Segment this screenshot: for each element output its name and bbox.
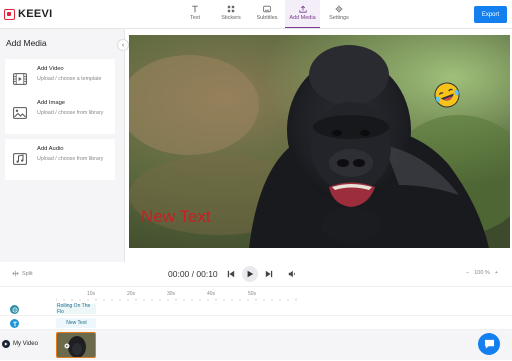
- tab-settings[interactable]: Settings: [326, 0, 352, 28]
- add-audio-desc: Upload / choose from library: [37, 156, 104, 162]
- tab-subtitles-label: Subtitles: [256, 15, 278, 21]
- text-overlay[interactable]: New Text: [141, 207, 211, 227]
- gear-icon: [335, 5, 343, 13]
- playback-controls: Split 00:00 / 00:10 − 100 % +: [0, 262, 512, 286]
- chat-icon: [484, 339, 494, 349]
- tab-stickers-label: Stickers: [221, 15, 241, 21]
- video-preview[interactable]: New Text: [129, 35, 510, 248]
- add-media-panel: Add Media Add Video Upload / choose a te…: [0, 29, 125, 262]
- text-track-icon: [10, 319, 19, 328]
- app-logo[interactable]: KEEVI: [4, 8, 53, 20]
- video-track-label: My Video: [2, 340, 38, 348]
- play-circle-icon: [2, 340, 10, 348]
- current-time: 00:00: [168, 269, 190, 279]
- skip-back-button[interactable]: [226, 269, 236, 279]
- logo-icon: [4, 8, 15, 20]
- volume-button[interactable]: [287, 269, 297, 279]
- sticker-track-icon: [10, 305, 19, 314]
- panel-title: Add Media: [6, 38, 47, 48]
- top-bar: KEEVI Text Stickers Subtitles Add Media …: [0, 0, 512, 29]
- timecode: 00:00 / 00:10: [168, 269, 218, 279]
- laughing-emoji-icon[interactable]: [432, 80, 462, 110]
- ruler-label: 10s: [87, 291, 96, 297]
- export-button[interactable]: Export: [474, 6, 507, 23]
- sticker-clip[interactable]: Rolling On The Flo: [56, 303, 96, 315]
- text-track[interactable]: New Text: [0, 317, 512, 330]
- collapse-panel-button[interactable]: ‹: [117, 39, 129, 51]
- tab-text-label: Text: [189, 15, 201, 21]
- add-video-title: Add Video: [37, 66, 64, 72]
- audio-icon: [13, 153, 27, 165]
- text-icon: [192, 5, 198, 13]
- add-image-card[interactable]: Add Image Upload / choose from library: [5, 93, 115, 134]
- video-clip[interactable]: [56, 332, 96, 358]
- skip-forward-button[interactable]: [264, 269, 274, 279]
- add-audio-card[interactable]: Add Audio Upload / choose from library: [5, 139, 115, 180]
- ruler-label: 20s: [127, 291, 136, 297]
- split-button[interactable]: Split: [12, 270, 33, 277]
- zoom-level: 100 %: [474, 270, 490, 276]
- zoom-control: − 100 % +: [466, 270, 498, 276]
- app-name: KEEVI: [18, 8, 53, 20]
- tab-subtitles[interactable]: Subtitles: [254, 0, 280, 28]
- tab-add-media-label: Add Media: [289, 15, 316, 21]
- text-clip[interactable]: New Text: [56, 318, 96, 328]
- skip-forward-icon: [265, 270, 273, 278]
- add-audio-title: Add Audio: [37, 146, 64, 152]
- image-icon: [13, 107, 27, 119]
- add-video-desc: Upload / choose a template: [37, 76, 102, 82]
- timeline[interactable]: 10s 20s 30s 40s 50s Rolling On The Flo N…: [0, 286, 512, 361]
- stickers-icon: [227, 5, 235, 13]
- skip-back-icon: [227, 270, 235, 278]
- ruler-label: 30s: [167, 291, 176, 297]
- total-time: 00:10: [196, 269, 218, 279]
- add-image-desc: Upload / choose from library: [37, 110, 104, 116]
- split-icon: [12, 270, 19, 277]
- timeline-ruler[interactable]: 10s 20s 30s 40s 50s: [56, 287, 512, 301]
- play-icon: [247, 270, 254, 278]
- zoom-out-button[interactable]: −: [466, 270, 469, 276]
- ruler-label: 50s: [248, 291, 257, 297]
- zoom-in-button[interactable]: +: [495, 270, 498, 276]
- video-thumbnail: [57, 333, 95, 357]
- chevron-left-icon: ‹: [121, 41, 125, 49]
- upload-icon: [298, 5, 307, 13]
- ruler-ticks: [56, 298, 297, 301]
- split-label: Split: [22, 270, 33, 277]
- video-icon: [13, 73, 27, 85]
- my-video-label: My Video: [13, 341, 38, 347]
- play-button[interactable]: [242, 266, 258, 282]
- sticker-track[interactable]: Rolling On The Flo: [0, 303, 512, 316]
- ruler-label: 40s: [207, 291, 216, 297]
- tab-settings-label: Settings: [329, 15, 349, 21]
- subtitles-icon: [263, 5, 271, 13]
- tab-add-media[interactable]: Add Media: [285, 0, 320, 28]
- tab-text[interactable]: Text: [184, 0, 206, 28]
- speaker-icon: [288, 270, 295, 278]
- chat-button[interactable]: [478, 333, 500, 355]
- add-image-title: Add Image: [37, 100, 66, 106]
- video-track[interactable]: My Video: [0, 330, 512, 360]
- tab-stickers[interactable]: Stickers: [219, 0, 243, 28]
